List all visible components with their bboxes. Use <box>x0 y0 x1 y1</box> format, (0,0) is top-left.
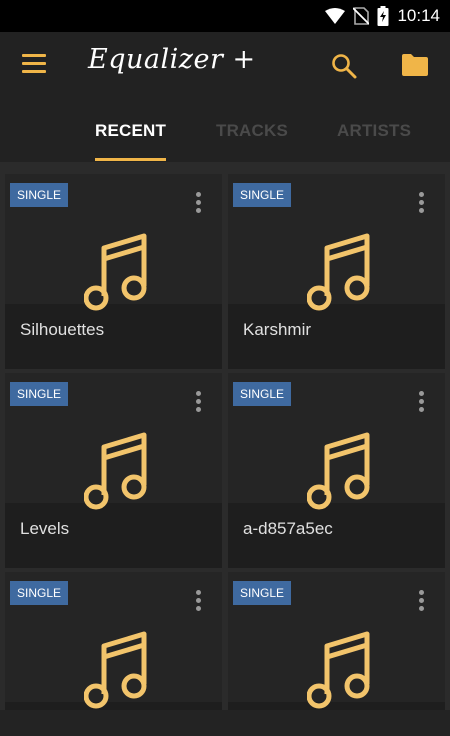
menu-icon[interactable] <box>22 54 48 78</box>
more-options-icon[interactable] <box>196 192 202 214</box>
tab-bar: RECENT TRACKS ARTISTS <box>0 100 450 162</box>
music-note-icon <box>84 631 147 709</box>
album-grid: SINGLE Silhouettes SINGLE Karshmir SINGL… <box>0 170 450 736</box>
tab-recent[interactable]: RECENT <box>95 121 166 141</box>
battery-charging-icon <box>377 6 389 26</box>
status-icons: 10:14 <box>325 0 440 32</box>
single-badge: SINGLE <box>10 382 69 406</box>
music-note-icon <box>84 432 147 510</box>
single-badge: SINGLE <box>10 183 69 207</box>
album-title: Levels <box>20 519 70 538</box>
album-title: a-d857a5ec <box>243 519 333 538</box>
album-card[interactable]: SINGLE Levels <box>5 373 222 568</box>
search-icon[interactable] <box>330 52 358 80</box>
folder-icon[interactable] <box>400 52 430 78</box>
album-title: Karshmir <box>243 320 312 339</box>
app-title: Equalizer + <box>88 44 256 75</box>
more-options-icon[interactable] <box>196 590 202 612</box>
app-bar: Equalizer + <box>0 32 450 100</box>
album-title: Silhouettes <box>20 320 105 339</box>
more-options-icon[interactable] <box>419 391 425 413</box>
more-options-icon[interactable] <box>196 391 202 413</box>
status-time: 10:14 <box>397 6 440 25</box>
bottom-bar <box>0 710 450 736</box>
tab-tracks[interactable]: TRACKS <box>216 121 288 141</box>
wifi-icon <box>325 8 346 24</box>
single-badge: SINGLE <box>233 382 292 406</box>
single-badge: SINGLE <box>233 183 292 207</box>
music-note-icon <box>84 233 147 311</box>
music-note-icon <box>307 432 370 510</box>
no-sim-icon <box>353 7 370 25</box>
tab-indicator <box>95 158 166 161</box>
music-note-icon <box>307 233 370 311</box>
album-card[interactable]: SINGLE a-d857a5ec <box>228 373 445 568</box>
single-badge: SINGLE <box>233 581 292 605</box>
album-card[interactable]: SINGLE Silhouettes <box>5 174 222 369</box>
status-bar: 10:14 <box>0 0 450 32</box>
single-badge: SINGLE <box>10 581 69 605</box>
music-note-icon <box>307 631 370 709</box>
more-options-icon[interactable] <box>419 192 425 214</box>
tab-artists[interactable]: ARTISTS <box>337 121 411 141</box>
more-options-icon[interactable] <box>419 590 425 612</box>
album-card[interactable]: SINGLE Karshmir <box>228 174 445 369</box>
